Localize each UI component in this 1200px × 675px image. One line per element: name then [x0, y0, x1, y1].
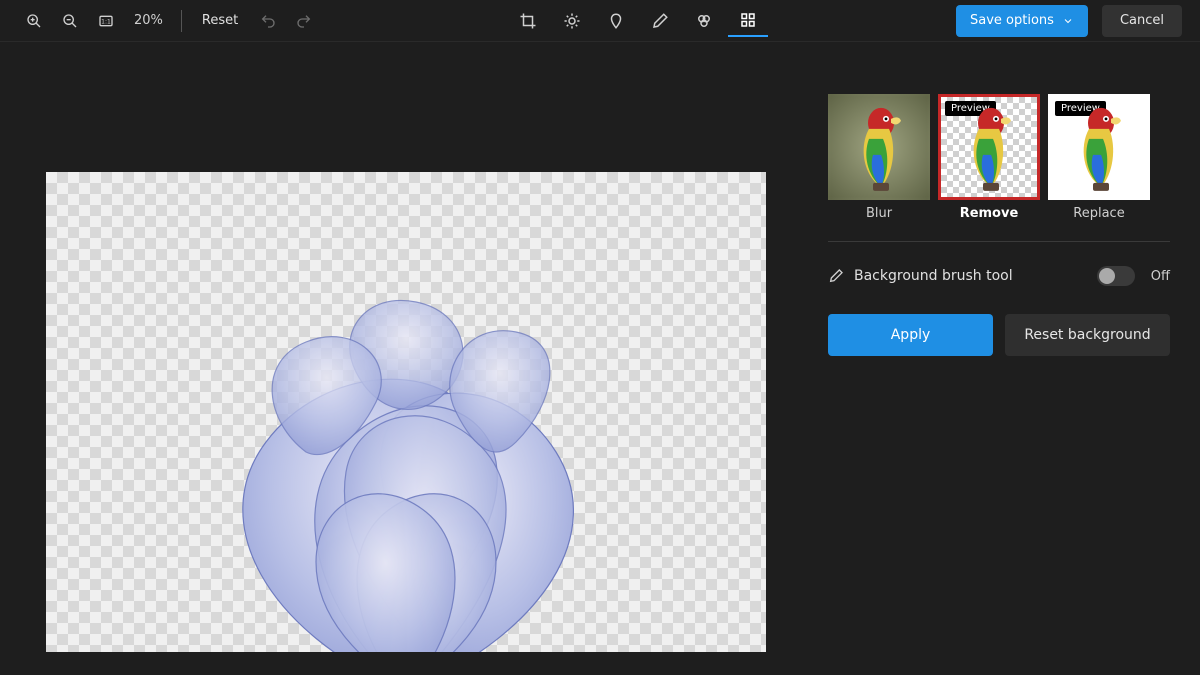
option-replace-thumb[interactable]: Preview [1048, 94, 1150, 200]
toolbar-left-group: 1:1 20% Reset [18, 5, 320, 37]
background-option-thumbs: Blur Preview Remove [828, 94, 1170, 221]
save-options-button[interactable]: Save options [956, 5, 1088, 37]
option-remove-label: Remove [960, 206, 1019, 221]
main-area: Blur Preview Remove [0, 42, 1200, 675]
canvas-area [0, 42, 828, 675]
markup-icon[interactable] [640, 5, 680, 37]
zoom-out-icon[interactable] [54, 5, 86, 37]
pencil-icon [828, 268, 844, 284]
brush-tool-toggle[interactable] [1097, 266, 1135, 286]
parrot-image [949, 101, 1029, 197]
parrot-image [1059, 101, 1139, 197]
option-blur-label: Blur [866, 206, 892, 221]
brush-tool-label: Background brush tool [854, 268, 1087, 284]
side-divider [828, 241, 1170, 242]
fit-to-screen-icon[interactable]: 1:1 [90, 5, 122, 37]
crop-icon[interactable] [508, 5, 548, 37]
undo-icon[interactable] [252, 5, 284, 37]
top-toolbar: 1:1 20% Reset Save op [0, 0, 1200, 42]
option-remove: Preview Remove [938, 94, 1040, 221]
svg-text:1:1: 1:1 [101, 18, 111, 25]
adjust-icon[interactable] [552, 5, 592, 37]
background-removal-icon[interactable] [728, 5, 768, 37]
save-options-label: Save options [970, 13, 1054, 28]
reset-background-button[interactable]: Reset background [1005, 314, 1170, 356]
edited-image [106, 192, 706, 652]
apply-button[interactable]: Apply [828, 314, 993, 356]
chevron-down-icon [1062, 15, 1074, 27]
option-blur-thumb[interactable] [828, 94, 930, 200]
zoom-in-icon[interactable] [18, 5, 50, 37]
option-replace: Preview Replace [1048, 94, 1150, 221]
toolbar-right-group: Save options Cancel [956, 5, 1182, 37]
filter-icon[interactable] [596, 5, 636, 37]
brush-tool-state: Off [1151, 269, 1170, 284]
reset-view-button[interactable]: Reset [192, 6, 248, 36]
brush-tool-row: Background brush tool Off [828, 266, 1170, 286]
toolbar-divider [181, 10, 182, 32]
side-action-row: Apply Reset background [828, 314, 1170, 356]
side-panel: Blur Preview Remove [828, 42, 1200, 675]
toolbar-center-group [508, 5, 768, 37]
erase-icon[interactable] [684, 5, 724, 37]
zoom-level: 20% [126, 13, 171, 28]
option-blur: Blur [828, 94, 930, 221]
image-canvas[interactable] [46, 172, 766, 652]
option-replace-label: Replace [1073, 206, 1124, 221]
parrot-image [839, 101, 919, 197]
redo-icon[interactable] [288, 5, 320, 37]
cancel-button[interactable]: Cancel [1102, 5, 1182, 37]
option-remove-thumb[interactable]: Preview [938, 94, 1040, 200]
